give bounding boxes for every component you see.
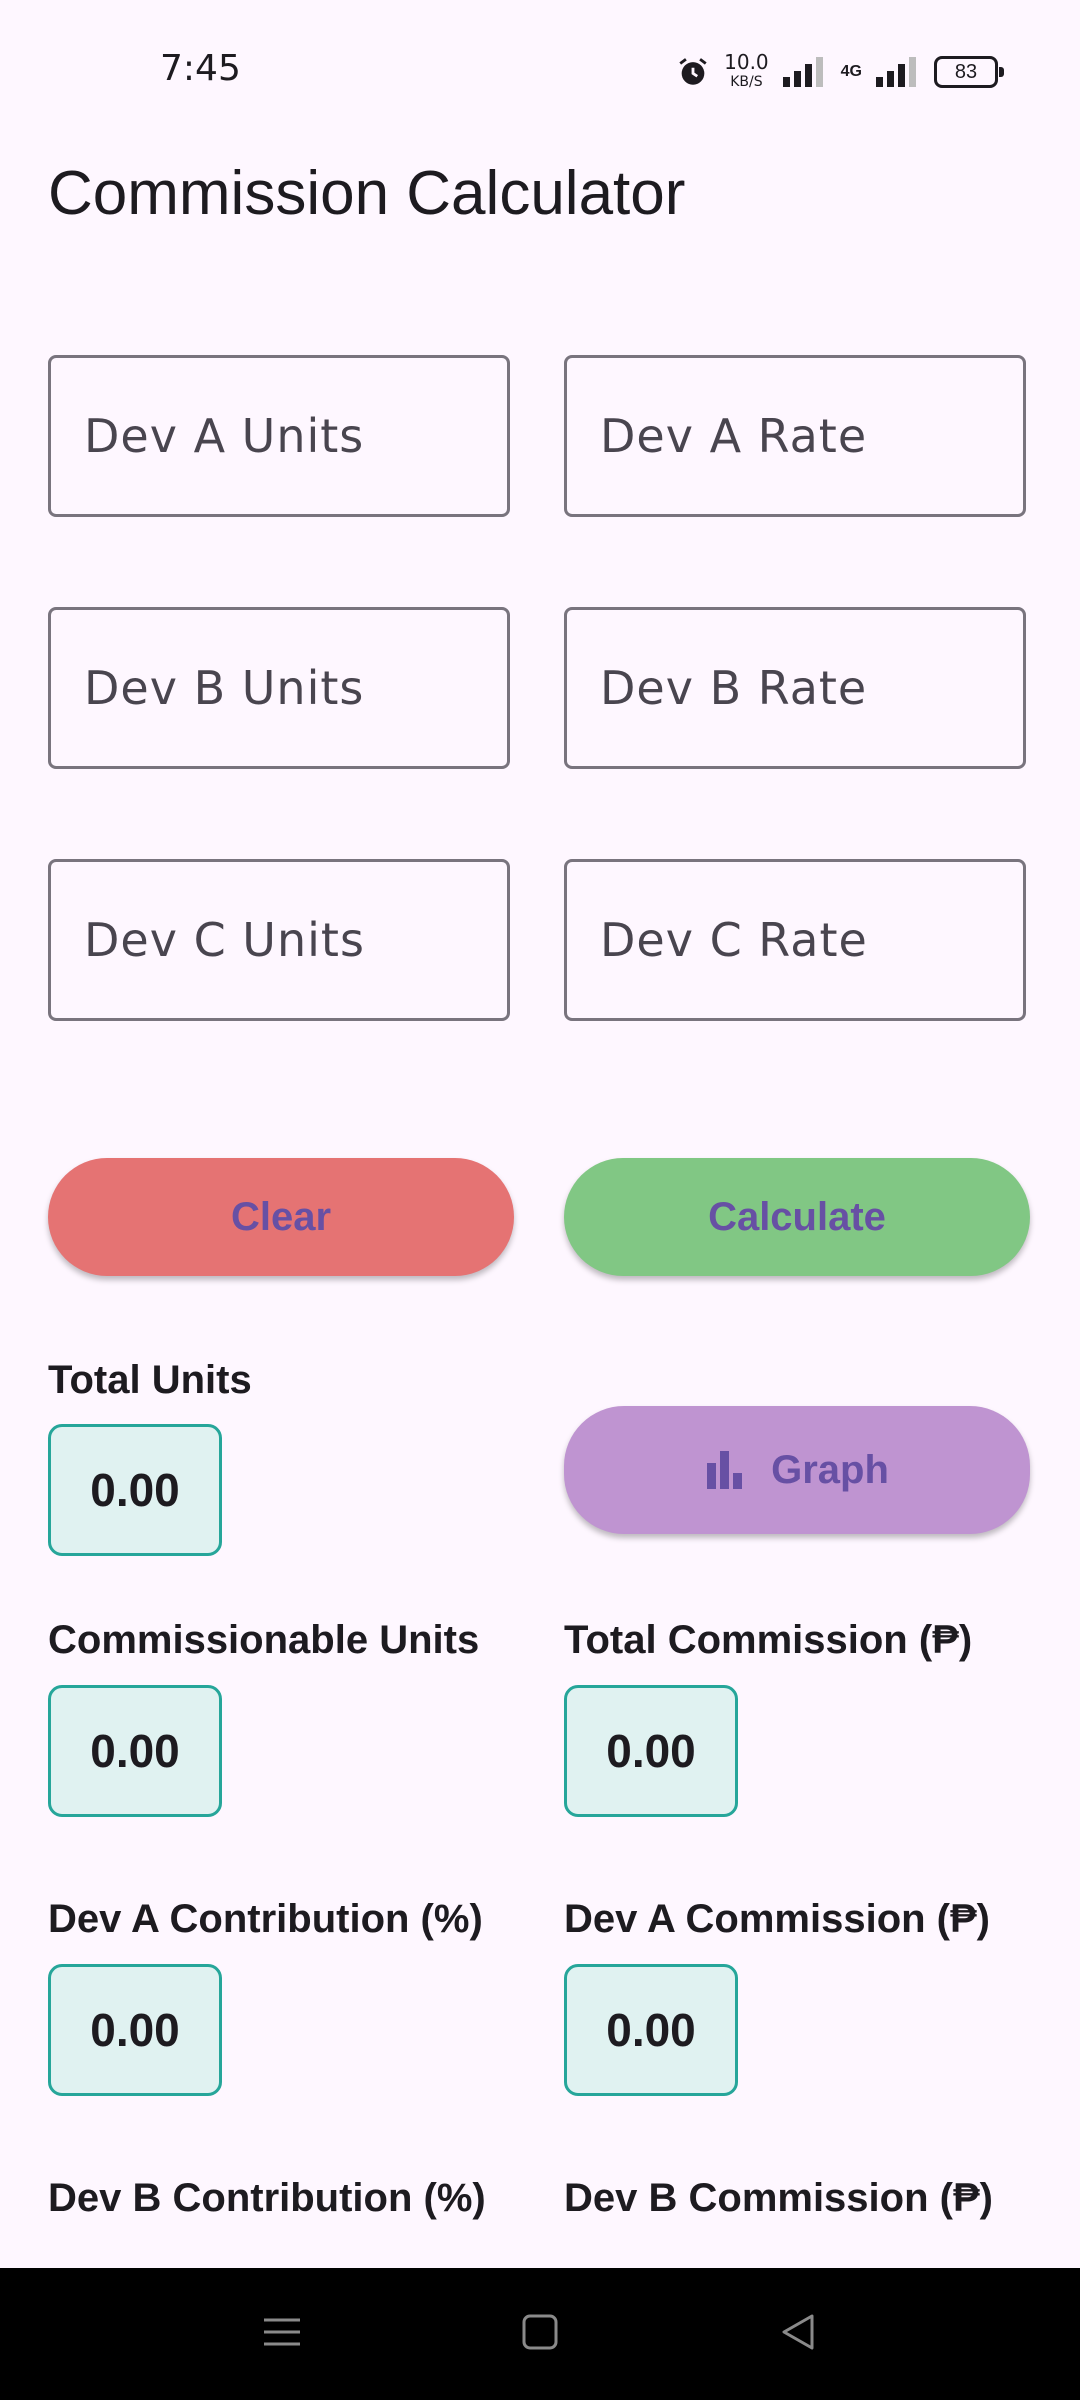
total-units-label: Total Units [48, 1358, 252, 1402]
dev-b-contribution-label: Dev B Contribution (%) [48, 2176, 486, 2220]
dev-b-rate-input[interactable] [564, 607, 1026, 769]
system-nav-bar [0, 2268, 1080, 2400]
graph-button[interactable]: Graph [564, 1406, 1030, 1534]
dev-a-commission-value: 0.00 [564, 1964, 738, 2096]
total-commission-value: 0.00 [564, 1685, 738, 1817]
bar-chart-icon [707, 1451, 743, 1489]
signal-icon [782, 57, 823, 87]
network-type: 4G [840, 63, 862, 80]
total-units-value: 0.00 [48, 1424, 222, 1556]
dev-a-rate-input[interactable] [564, 355, 1026, 517]
dev-a-contribution-label: Dev A Contribution (%) [48, 1897, 483, 1941]
calculate-button[interactable]: Calculate [564, 1158, 1030, 1276]
dev-a-commission-label: Dev A Commission (₱) [564, 1897, 990, 1941]
dev-c-units-input[interactable] [48, 859, 510, 1021]
dev-c-rate-input[interactable] [564, 859, 1026, 1021]
network-speed: 10.0 KB/S [724, 50, 769, 90]
dev-b-commission-label: Dev B Commission (₱) [564, 2176, 993, 2220]
total-commission-label: Total Commission (₱) [564, 1618, 973, 1662]
status-icons: 10.0 KB/S 4G 83 [676, 48, 1004, 96]
page-title: Commission Calculator [48, 159, 686, 228]
menu-icon[interactable] [262, 2312, 302, 2352]
back-icon[interactable] [778, 2312, 818, 2352]
status-time: 7:45 [160, 48, 241, 89]
dev-a-units-input[interactable] [48, 355, 510, 517]
dev-b-units-input[interactable] [48, 607, 510, 769]
clear-button[interactable]: Clear [48, 1158, 514, 1276]
battery-icon: 83 [934, 56, 1004, 88]
signal-icon-2 [876, 57, 916, 87]
home-icon[interactable] [520, 2312, 560, 2352]
commissionable-units-label: Commissionable Units [48, 1618, 480, 1662]
graph-button-label: Graph [771, 1447, 889, 1492]
commissionable-units-value: 0.00 [48, 1685, 222, 1817]
dev-a-contribution-value: 0.00 [48, 1964, 222, 2096]
alarm-icon [679, 58, 707, 85]
status-bar: 7:45 10.0 KB/S 4G 83 [0, 0, 1080, 140]
